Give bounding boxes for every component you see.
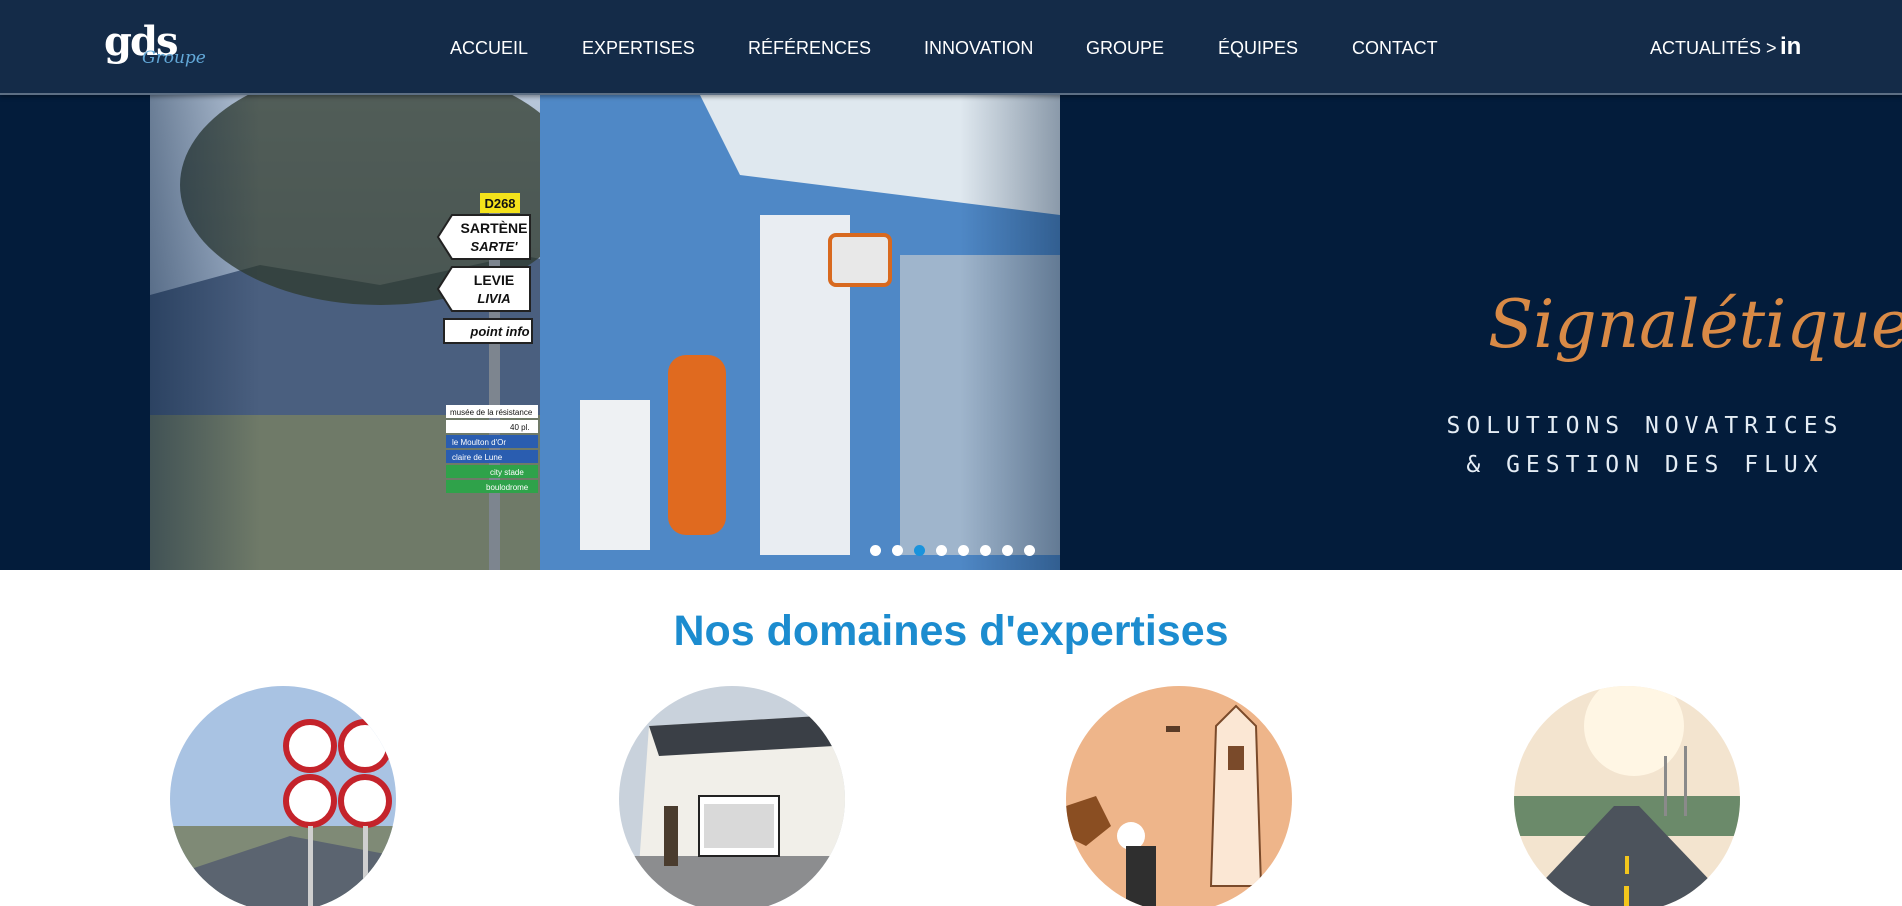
sign-small5-text: city stade — [490, 468, 524, 477]
slider-dot[interactable] — [1002, 545, 1013, 556]
expertise-image-road — [1514, 686, 1740, 906]
expertise-card-road[interactable] — [1514, 686, 1740, 906]
expertise-card-urban[interactable] — [619, 686, 845, 906]
nav-contact[interactable]: CONTACT — [1352, 37, 1438, 59]
nav-innovation[interactable]: INNOVATION — [924, 37, 1033, 59]
sign-route-text: D268 — [484, 196, 515, 211]
sign-dir1-line2: SARTE' — [471, 239, 519, 254]
fade-left — [0, 95, 260, 570]
fade-right — [960, 95, 1220, 570]
sign-info-text: point info — [469, 324, 529, 339]
sign-dir2-line2: LIVIA — [477, 291, 510, 306]
slider-dot[interactable] — [914, 545, 925, 556]
site-header: gds Groupe ACCUEIL EXPERTISES RÉFÉRENCES… — [0, 0, 1902, 95]
sign-dir2-line1: LEVIE — [474, 272, 514, 288]
hero-subtitle: SOLUTIONS NOVATRICES & GESTION DES FLUX — [1420, 407, 1870, 485]
nav-expertises[interactable]: EXPERTISES — [582, 37, 695, 59]
logo-groupe: Groupe — [142, 48, 206, 68]
nav-accueil[interactable]: ACCUEIL — [450, 37, 528, 59]
sign-small1-text: musée de la résistance — [450, 408, 533, 417]
sign-small4-text: claire de Lune — [452, 453, 503, 462]
expertise-image-heritage — [1066, 686, 1292, 906]
scene-cabinet — [580, 400, 650, 550]
hero-slider: D268 SARTÈNE SARTE' LEVIE LIVIA point in… — [0, 95, 1902, 570]
hero-subtitle-line1: SOLUTIONS NOVATRICES — [1446, 413, 1844, 439]
hero-title: Signalétique — [1488, 286, 1902, 363]
slider-dot[interactable] — [936, 545, 947, 556]
expertise-card-heritage[interactable] — [1066, 686, 1292, 906]
sign-small2-text: 40 pl. — [510, 423, 530, 432]
scene-wc-sign — [828, 233, 892, 287]
slider-dot[interactable] — [892, 545, 903, 556]
expertise-image-signage — [170, 686, 396, 906]
nav-references[interactable]: RÉFÉRENCES — [748, 37, 871, 59]
gds-logo[interactable]: gds Groupe — [104, 18, 206, 76]
hero-subtitle-line2: & GESTION DES FLUX — [1466, 452, 1824, 478]
sign-small3-text: le Moulton d'Or — [452, 438, 506, 447]
expertise-image-urban — [619, 686, 845, 906]
sign-dir1-line1: SARTÈNE — [461, 220, 528, 236]
slider-dot[interactable] — [958, 545, 969, 556]
nav-equipes[interactable]: ÉQUIPES — [1218, 37, 1298, 59]
slider-dot[interactable] — [1024, 545, 1035, 556]
slider-dot[interactable] — [980, 545, 991, 556]
section-title: Nos domaines d'expertises — [673, 607, 1229, 655]
nav-groupe[interactable]: GROUPE — [1086, 37, 1164, 59]
sign-small6-text: boulodrome — [486, 483, 529, 492]
slider-dot[interactable] — [870, 545, 881, 556]
scene-orange-totem — [668, 355, 726, 535]
linkedin-icon[interactable]: in — [1780, 35, 1801, 59]
news-label[interactable]: ACTUALITÉS > — [1650, 37, 1777, 59]
expertise-card-signage[interactable] — [170, 686, 396, 906]
